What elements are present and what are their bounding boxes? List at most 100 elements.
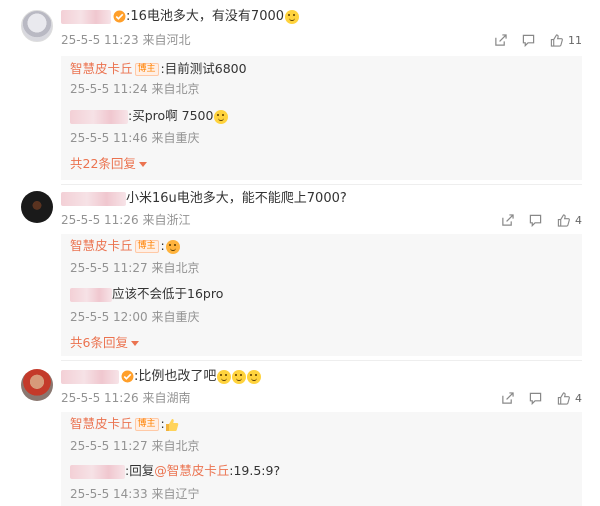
reply-item: :回复@智慧皮卡丘:19.5:9? — [70, 462, 280, 480]
reply-button[interactable] — [529, 214, 542, 227]
comment-text-line: 小米16u电池多大，能不能爬上7000? — [61, 190, 347, 208]
more-replies-label: 共6条回复 — [70, 335, 128, 350]
author-badge: 博主 — [134, 418, 159, 431]
divider — [61, 360, 582, 361]
dropdown-triangle-icon — [130, 341, 139, 346]
like-icon — [550, 33, 563, 47]
reply-time: 25-5-5 11:24 — [70, 82, 148, 96]
comment-actions: 11 — [479, 32, 582, 48]
comment-text-line: :16电池多大，有没有7000 — [61, 8, 300, 26]
share-button[interactable] — [501, 391, 514, 405]
comment-meta: 25-5-5 11:26 来自浙江 — [61, 212, 190, 228]
reply-time: 25-5-5 11:46 — [70, 131, 148, 145]
like-button[interactable]: 11 — [550, 34, 582, 47]
reply-username[interactable]: 智慧皮卡丘 — [70, 416, 133, 431]
reply-button[interactable] — [529, 392, 542, 405]
reply-time: 25-5-5 12:00 — [70, 310, 148, 324]
reply-location: 来自北京 — [151, 439, 200, 453]
author-badge: 博主 — [134, 240, 159, 253]
comment-location: 来自浙江 — [142, 213, 191, 227]
more-replies-link[interactable]: 共6条回复 — [70, 335, 139, 351]
more-replies-link[interactable]: 共22条回复 — [70, 156, 147, 172]
comment-actions: 4 — [486, 212, 582, 228]
comment-actions: 4 — [486, 390, 582, 406]
comment-content: 小米16u电池多大，能不能爬上7000? — [126, 191, 347, 206]
reply-location: 来自辽宁 — [151, 487, 200, 501]
emoji-icon — [285, 9, 300, 24]
more-replies-label: 共22条回复 — [70, 156, 136, 171]
like-button[interactable]: 4 — [557, 392, 582, 405]
username-blurred[interactable] — [61, 191, 126, 206]
reply-list: 智慧皮卡丘 博主: 25-5-5 11:27 来自北京 应该不会低于16pro 2… — [61, 234, 582, 356]
avatar[interactable] — [21, 10, 53, 42]
reply-username[interactable]: 智慧皮卡丘 — [70, 238, 133, 253]
comment-time: 25-5-5 11:23 — [61, 33, 139, 47]
reply-meta: 25-5-5 11:27 来自北京 — [70, 260, 199, 276]
username-blurred[interactable] — [70, 109, 128, 124]
comment-meta: 25-5-5 11:23 来自河北 — [61, 32, 190, 48]
comment-icon — [522, 34, 535, 47]
reply-meta: 25-5-5 11:24 来自北京 — [70, 81, 199, 97]
like-count: 11 — [568, 33, 582, 47]
reply-item: :买pro啊 7500 — [70, 107, 229, 125]
share-icon — [502, 391, 514, 404]
username-blurred[interactable] — [70, 464, 125, 479]
vip-badge-icon — [121, 370, 134, 383]
comment-content: :16电池多大，有没有7000 — [126, 9, 285, 24]
avatar[interactable] — [21, 191, 53, 223]
emoji-icon — [165, 239, 180, 254]
reply-item: 智慧皮卡丘 博主: — [70, 415, 179, 433]
reply-content: :目前测试6800 — [160, 61, 247, 76]
reply-content: :回复 — [125, 463, 155, 478]
share-button[interactable] — [501, 213, 514, 227]
emoji-icon — [232, 369, 247, 384]
comment-meta: 25-5-5 11:26 来自湖南 — [61, 390, 190, 406]
reply-location: 来自重庆 — [151, 310, 200, 324]
reply-content: 应该不会低于16pro — [112, 286, 224, 301]
like-icon — [557, 213, 570, 227]
share-button[interactable] — [494, 33, 507, 47]
reply-button[interactable] — [522, 34, 535, 47]
reply-mention-link[interactable]: @智慧皮卡丘 — [154, 463, 229, 478]
reply-item: 智慧皮卡丘 博主: — [70, 237, 180, 255]
comment-content: :比例也改了吧 — [134, 369, 217, 384]
username-blurred[interactable] — [61, 9, 111, 24]
reply-meta: 25-5-5 12:00 来自重庆 — [70, 309, 199, 325]
reply-username[interactable]: 智慧皮卡丘 — [70, 61, 133, 76]
comment-icon — [529, 214, 542, 227]
reply-list: 智慧皮卡丘 博主:目前测试6800 25-5-5 11:24 来自北京 :买pro… — [61, 56, 582, 180]
share-icon — [502, 213, 514, 226]
share-icon — [495, 33, 507, 46]
reply-location: 来自重庆 — [151, 131, 200, 145]
reply-content-tail: :19.5:9? — [229, 463, 281, 478]
reply-meta: 25-5-5 14:33 来自辽宁 — [70, 486, 199, 502]
like-button[interactable]: 4 — [557, 214, 582, 227]
username-blurred[interactable] — [70, 287, 112, 302]
reply-meta: 25-5-5 11:27 来自北京 — [70, 438, 199, 454]
reply-time: 25-5-5 14:33 — [70, 487, 148, 501]
reply-item: 智慧皮卡丘 博主:目前测试6800 — [70, 60, 247, 78]
reply-meta: 25-5-5 11:46 来自重庆 — [70, 130, 199, 146]
username-blurred[interactable] — [61, 369, 119, 384]
emoji-icon — [214, 109, 229, 124]
divider — [61, 184, 582, 185]
like-count: 4 — [575, 213, 582, 227]
like-count: 4 — [575, 391, 582, 405]
reply-content: :买pro啊 7500 — [128, 108, 214, 123]
like-icon — [557, 391, 570, 405]
comment-location: 来自湖南 — [142, 391, 191, 405]
reply-list: 智慧皮卡丘 博主: 25-5-5 11:27 来自北京 :回复@智慧皮卡丘:19.… — [61, 412, 582, 506]
reply-time: 25-5-5 11:27 — [70, 261, 148, 275]
dropdown-triangle-icon — [138, 162, 147, 167]
reply-location: 来自北京 — [151, 261, 200, 275]
comment-icon — [529, 392, 542, 405]
thumbs-up-emoji-icon — [165, 418, 179, 431]
comment-time: 25-5-5 11:26 — [61, 213, 139, 227]
avatar[interactable] — [21, 369, 53, 401]
comment-location: 来自河北 — [142, 33, 191, 47]
vip-badge-icon — [113, 10, 126, 23]
reply-location: 来自北京 — [151, 82, 200, 96]
reply-time: 25-5-5 11:27 — [70, 439, 148, 453]
comment-text-line: :比例也改了吧 — [61, 368, 262, 386]
comment-time: 25-5-5 11:26 — [61, 391, 139, 405]
